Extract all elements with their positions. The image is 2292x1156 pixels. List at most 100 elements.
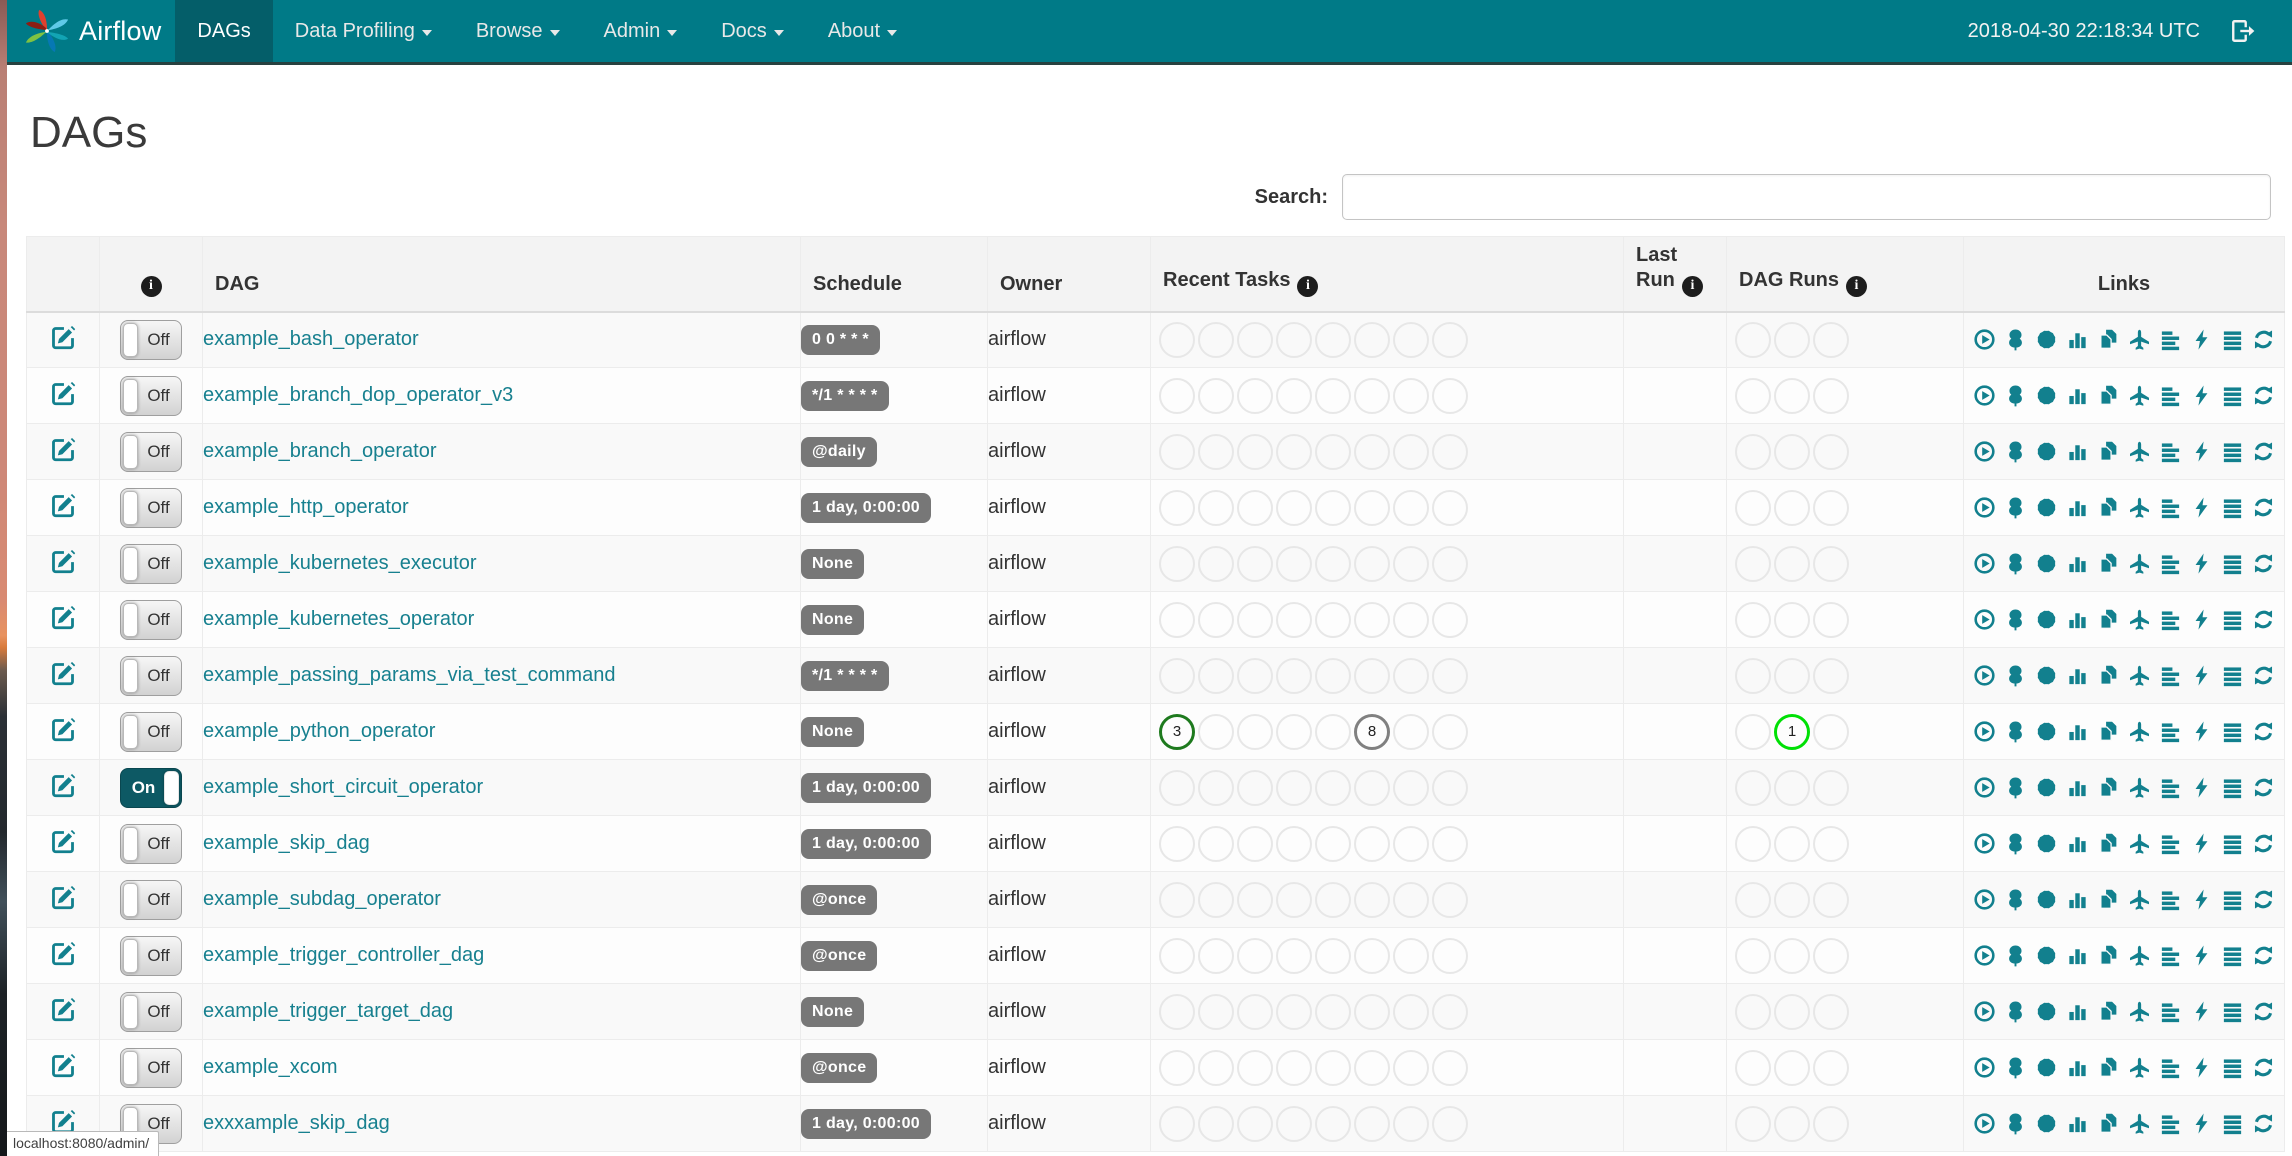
status-circle[interactable] [1315,1049,1351,1086]
dag-pause-toggle[interactable]: Off [120,655,182,696]
play-circle-icon[interactable] [1973,496,1996,519]
status-circle[interactable] [1774,601,1810,638]
play-circle-icon[interactable] [1973,888,1996,911]
status-circle[interactable] [1813,713,1849,750]
refresh-icon[interactable] [2252,720,2275,743]
status-circle[interactable] [1237,881,1273,918]
align-left-icon[interactable] [2159,888,2182,911]
header-dag-runs[interactable]: DAG Runs i [1726,236,1964,313]
edit-dag-icon[interactable] [50,436,77,463]
dag-pause-toggle[interactable]: Off [120,375,182,416]
status-circle[interactable] [1354,433,1390,470]
duplicate-icon[interactable] [2097,1056,2120,1079]
align-left-icon[interactable] [2159,328,2182,351]
status-circle[interactable] [1735,881,1771,918]
nav-item-browse[interactable]: Browse [454,0,582,62]
status-circle[interactable] [1315,545,1351,582]
dag-link[interactable]: example_xcom [203,1056,338,1078]
bar-chart-icon[interactable] [2066,888,2089,911]
status-circle[interactable] [1354,993,1390,1030]
status-circle[interactable] [1198,657,1234,694]
starburst-icon[interactable] [2035,1056,2058,1079]
duplicate-icon[interactable] [2097,1000,2120,1023]
align-justify-icon[interactable] [2221,440,2244,463]
align-left-icon[interactable] [2159,832,2182,855]
dag-pause-toggle[interactable]: On [120,767,182,808]
status-circle[interactable] [1393,713,1429,750]
flash-icon[interactable] [2190,888,2213,911]
dag-link[interactable]: example_branch_dop_operator_v3 [203,384,513,406]
status-circle[interactable] [1354,321,1390,358]
status-circle[interactable] [1159,769,1195,806]
status-circle[interactable] [1198,601,1234,638]
starburst-icon[interactable] [2035,608,2058,631]
header-owner[interactable]: Owner [987,236,1151,313]
status-circle[interactable] [1198,1105,1234,1142]
status-circle[interactable] [1276,1049,1312,1086]
bar-chart-icon[interactable] [2066,1112,2089,1135]
status-circle[interactable] [1159,433,1195,470]
edit-dag-icon[interactable] [50,604,77,631]
status-circle[interactable] [1354,1105,1390,1142]
status-circle[interactable] [1354,657,1390,694]
flash-icon[interactable] [2190,832,2213,855]
align-justify-icon[interactable] [2221,328,2244,351]
dag-pause-toggle[interactable]: Off [120,711,182,752]
status-circle[interactable] [1432,993,1468,1030]
status-circle[interactable] [1276,713,1312,750]
align-left-icon[interactable] [2159,552,2182,575]
status-circle[interactable] [1237,1049,1273,1086]
edit-dag-icon[interactable] [50,324,77,351]
status-circle[interactable] [1159,545,1195,582]
status-circle[interactable] [1432,601,1468,638]
dag-pause-toggle[interactable]: Off [120,487,182,528]
play-circle-icon[interactable] [1973,1056,1996,1079]
duplicate-icon[interactable] [2097,1112,2120,1135]
status-circle[interactable] [1774,769,1810,806]
play-circle-icon[interactable] [1973,328,1996,351]
header-schedule[interactable]: Schedule [800,236,988,313]
starburst-icon[interactable] [2035,1112,2058,1135]
flash-icon[interactable] [2190,384,2213,407]
dag-link[interactable]: example_http_operator [203,496,409,518]
duplicate-icon[interactable] [2097,944,2120,967]
tree-icon[interactable] [2004,1000,2027,1023]
align-justify-icon[interactable] [2221,496,2244,519]
tree-icon[interactable] [2004,384,2027,407]
status-circle[interactable] [1393,937,1429,974]
flash-icon[interactable] [2190,496,2213,519]
status-circle[interactable] [1159,377,1195,414]
dag-pause-toggle[interactable]: Off [120,543,182,584]
play-circle-icon[interactable] [1973,944,1996,967]
refresh-icon[interactable] [2252,944,2275,967]
status-circle[interactable] [1432,433,1468,470]
status-circle[interactable] [1393,657,1429,694]
status-circle[interactable] [1237,713,1273,750]
edit-dag-icon[interactable] [50,548,77,575]
align-justify-icon[interactable] [2221,832,2244,855]
align-justify-icon[interactable] [2221,608,2244,631]
status-circle[interactable] [1159,657,1195,694]
tree-icon[interactable] [2004,552,2027,575]
refresh-icon[interactable] [2252,1112,2275,1135]
edit-dag-icon[interactable] [50,884,77,911]
info-icon[interactable]: i [1297,275,1319,297]
status-circle[interactable] [1813,993,1849,1030]
duplicate-icon[interactable] [2097,888,2120,911]
status-circle[interactable] [1198,321,1234,358]
align-left-icon[interactable] [2159,664,2182,687]
bar-chart-icon[interactable] [2066,944,2089,967]
status-circle[interactable] [1813,825,1849,862]
bar-chart-icon[interactable] [2066,440,2089,463]
align-left-icon[interactable] [2159,944,2182,967]
bar-chart-icon[interactable] [2066,720,2089,743]
refresh-icon[interactable] [2252,384,2275,407]
status-circle[interactable] [1198,993,1234,1030]
align-justify-icon[interactable] [2221,552,2244,575]
search-input[interactable] [1342,174,2271,220]
flash-icon[interactable] [2190,944,2213,967]
status-circle[interactable]: 1 [1774,713,1810,750]
bar-chart-icon[interactable] [2066,776,2089,799]
play-circle-icon[interactable] [1973,720,1996,743]
dag-link[interactable]: example_short_circuit_operator [203,776,483,798]
